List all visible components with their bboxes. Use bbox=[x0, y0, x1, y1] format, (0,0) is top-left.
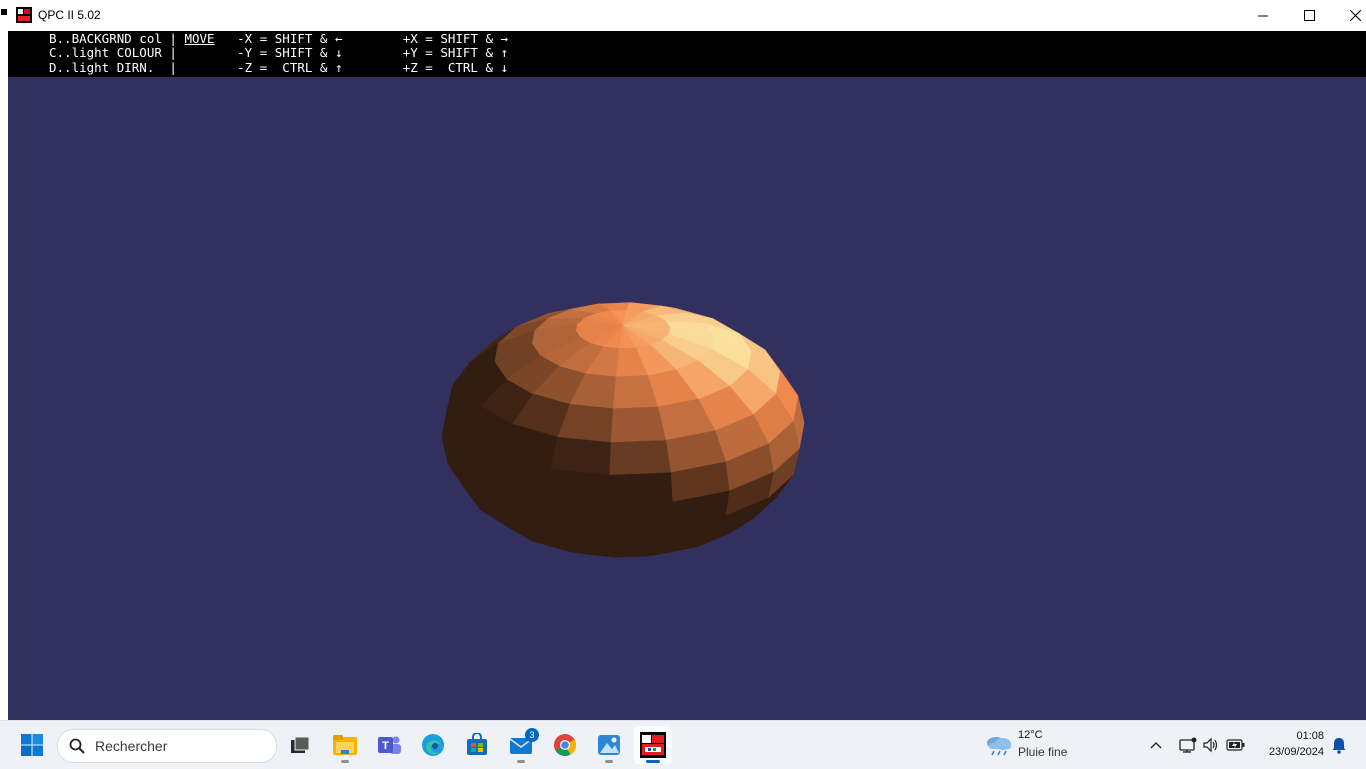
bell-icon bbox=[1332, 738, 1346, 754]
mode-move-label: MOVE bbox=[184, 31, 215, 46]
edge-icon bbox=[422, 734, 444, 756]
clock-date[interactable]: 23/09/2024 bbox=[1258, 746, 1324, 758]
help-line-2: C..light COLOUR | -Y = SHIFT & ↓ +Y = SH… bbox=[49, 45, 509, 60]
ql-screen[interactable]: B..BACKGRND col | MOVE -X = SHIFT & ← +X… bbox=[8, 31, 1366, 720]
running-indicator bbox=[517, 760, 525, 763]
network-icon bbox=[1179, 737, 1197, 753]
search-box[interactable]: Rechercher bbox=[57, 729, 277, 763]
svg-text:T: T bbox=[382, 740, 389, 752]
weather-description[interactable]: Pluie fine bbox=[1018, 745, 1067, 759]
ellipsoid-facet bbox=[609, 525, 671, 547]
chevron-up-icon bbox=[1150, 742, 1162, 749]
windows-start-icon bbox=[21, 734, 43, 756]
battery-charging-icon bbox=[1226, 739, 1245, 751]
search-icon bbox=[69, 738, 85, 754]
mail-badge: 3 bbox=[525, 728, 539, 742]
window-title: QPC II 5.02 bbox=[38, 8, 101, 22]
weather-rain-icon[interactable] bbox=[985, 732, 1013, 756]
help-line-1-a: B..BACKGRND col | bbox=[49, 31, 185, 46]
minimize-icon bbox=[1258, 15, 1268, 16]
help-line-1: B..BACKGRND col | MOVE -X = SHIFT & ← +X… bbox=[49, 32, 508, 46]
ellipsoid-render bbox=[441, 302, 805, 558]
network-button[interactable] bbox=[1178, 735, 1198, 755]
close-button[interactable] bbox=[1332, 0, 1366, 31]
weather-temperature[interactable]: 12°C bbox=[1018, 729, 1043, 741]
help-line-3: D..light DIRN. | -Z = CTRL & ↑ +Z = CTRL… bbox=[49, 60, 509, 75]
qpc-taskbar-button[interactable] bbox=[634, 726, 672, 764]
ellipsoid-facet bbox=[550, 436, 612, 476]
running-indicator bbox=[605, 760, 613, 763]
photos-icon bbox=[598, 735, 620, 755]
photos-button[interactable] bbox=[590, 726, 628, 764]
frame-marker bbox=[1, 9, 7, 15]
file-explorer-button[interactable] bbox=[326, 726, 364, 764]
teams-button[interactable]: T bbox=[370, 726, 408, 764]
volume-button[interactable] bbox=[1201, 735, 1221, 755]
edge-button[interactable] bbox=[414, 726, 452, 764]
running-indicator bbox=[341, 760, 349, 763]
battery-button[interactable] bbox=[1226, 735, 1246, 755]
ellipsoid-facet bbox=[608, 471, 673, 505]
task-view-button[interactable] bbox=[281, 726, 319, 764]
active-indicator bbox=[646, 760, 660, 763]
chrome-button[interactable] bbox=[546, 726, 584, 764]
teams-icon: T bbox=[378, 736, 401, 754]
key-help-strip: B..BACKGRND col | MOVE -X = SHIFT & ← +X… bbox=[8, 31, 1366, 77]
maximize-button[interactable] bbox=[1286, 0, 1332, 31]
start-button[interactable] bbox=[13, 726, 51, 764]
chrome-icon bbox=[554, 734, 576, 756]
notifications-button[interactable] bbox=[1329, 735, 1349, 755]
file-explorer-icon bbox=[333, 735, 357, 755]
help-line-1-c: -X = SHIFT & ← +X = SHIFT & → bbox=[214, 31, 509, 46]
task-view-icon bbox=[291, 736, 310, 753]
store-button[interactable] bbox=[458, 726, 496, 764]
store-icon bbox=[467, 733, 487, 755]
show-hidden-icons-button[interactable] bbox=[1146, 735, 1166, 755]
close-icon bbox=[1349, 10, 1361, 21]
ellipsoid-facet bbox=[608, 501, 673, 529]
ellipsoid-facet bbox=[609, 439, 671, 476]
speaker-icon bbox=[1203, 737, 1218, 753]
mail-button[interactable]: 3 bbox=[502, 726, 540, 764]
window-left-frame bbox=[0, 0, 8, 720]
qpc-app-icon bbox=[16, 7, 32, 23]
taskbar: Rechercher T 3 12°C Pluie fine 01:08 23/… bbox=[0, 720, 1366, 769]
window-titlebar[interactable]: QPC II 5.02 bbox=[8, 0, 1366, 31]
search-placeholder: Rechercher bbox=[95, 738, 168, 754]
qpc-icon bbox=[640, 732, 666, 758]
clock-time[interactable]: 01:08 bbox=[1268, 730, 1324, 742]
minimize-button[interactable] bbox=[1240, 0, 1286, 31]
maximize-icon bbox=[1303, 10, 1315, 21]
ellipsoid-facet bbox=[610, 406, 666, 443]
